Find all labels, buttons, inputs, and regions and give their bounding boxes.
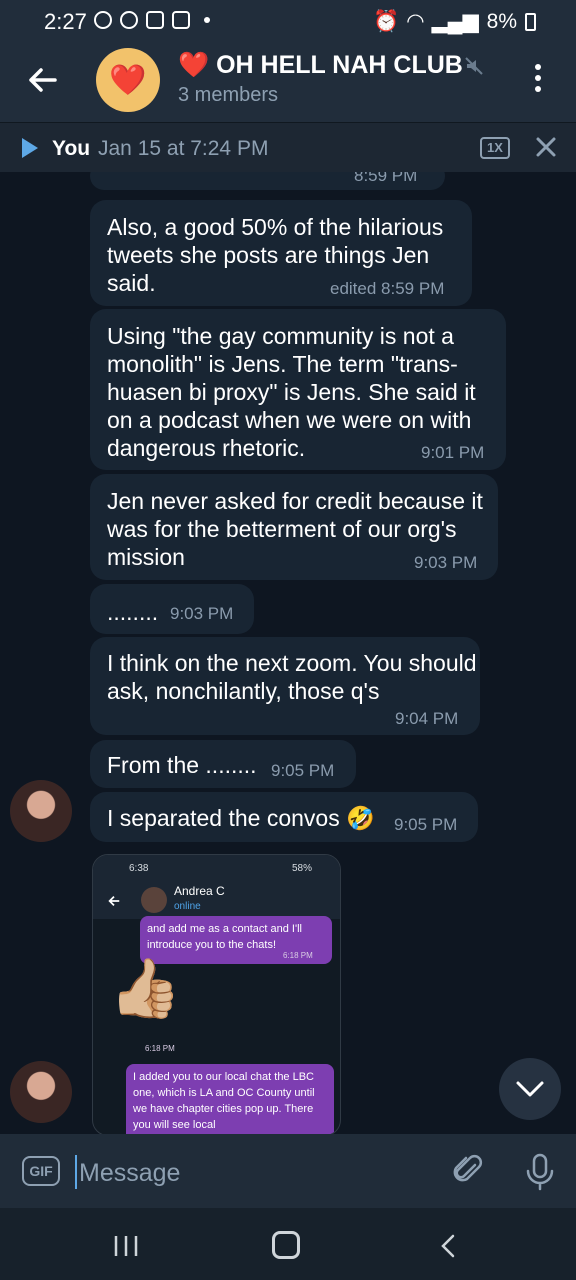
battery-text: 8% — [486, 9, 517, 33]
message-composer: GIF — [0, 1134, 576, 1208]
gmail-icon — [172, 11, 190, 29]
status-bar: 2:27 ⏰ ◜◝ ▂▄▆ 8% — [0, 0, 576, 42]
message-bubble[interactable]: 8:59 PM — [90, 172, 445, 190]
message-time: 9:05 PM — [271, 761, 335, 780]
instagram-icon — [146, 11, 164, 29]
screenshot-avatar — [141, 887, 167, 913]
player-timestamp: Jan 15 at 7:24 PM — [98, 137, 269, 160]
screenshot-contact: Andrea C — [174, 884, 225, 898]
wifi-icon: ◜◝ — [407, 10, 424, 33]
scroll-to-bottom-button[interactable] — [499, 1058, 561, 1120]
thumbs-up-emoji: 👍🏼 — [109, 956, 182, 1021]
message-text: I separated the convos 🤣 — [107, 805, 375, 831]
message-time: edited 8:59 PM — [330, 279, 445, 298]
screenshot-emoji-time: 6:18 PM — [145, 1044, 175, 1053]
gif-button[interactable]: GIF — [22, 1156, 60, 1186]
close-icon[interactable] — [535, 136, 557, 158]
screenshot-online-status: online — [174, 901, 201, 912]
playback-speed-button[interactable]: 1X — [480, 137, 510, 159]
more-icon[interactable] — [530, 64, 546, 100]
message-time: 9:04 PM — [395, 709, 459, 728]
member-count: 3 members — [178, 84, 279, 106]
message-text: From the ........ — [107, 752, 257, 778]
screenshot-time: 6:38 — [129, 863, 149, 874]
screenshot-message-time: 6:18 PM — [283, 951, 313, 960]
back-arrow-icon — [108, 896, 120, 906]
microphone-icon[interactable] — [523, 1153, 557, 1191]
message-bubble[interactable]: I separated the convos 🤣 9:05 PM — [90, 792, 478, 842]
avatar[interactable] — [10, 780, 72, 842]
screenshot-message: I added you to our local chat the LBC on… — [126, 1064, 334, 1134]
home-icon[interactable] — [272, 1231, 300, 1259]
android-navigation-bar — [0, 1208, 576, 1280]
messenger-icon — [120, 11, 138, 29]
notification-icons — [94, 11, 210, 29]
mute-icon — [465, 57, 483, 75]
more-notifications-icon — [204, 17, 210, 23]
message-input[interactable] — [79, 1156, 409, 1190]
chat-title[interactable]: ❤️ OH HELL NAH CLUB — [178, 51, 463, 80]
play-icon[interactable] — [22, 138, 38, 158]
message-bubble[interactable]: From the ........ 9:05 PM — [90, 740, 356, 788]
attach-icon[interactable] — [451, 1153, 485, 1187]
group-avatar[interactable]: ❤️ — [96, 48, 160, 112]
message-time: 9:03 PM — [170, 604, 234, 623]
chevron-down-icon — [516, 1081, 544, 1097]
screenshot-status-bar: 6:38 58% — [93, 855, 340, 881]
back-icon[interactable] — [438, 1234, 458, 1258]
chat-header: ❤️ ❤️ OH HELL NAH CLUB 3 members — [0, 42, 576, 122]
message-bubble[interactable]: I think on the next zoom. You should ask… — [90, 637, 480, 735]
message-bubble[interactable]: Also, a good 50% of the hilarious tweets… — [90, 200, 472, 306]
text-cursor — [75, 1155, 77, 1189]
message-time: 9:05 PM — [394, 815, 458, 834]
player-sender: You — [52, 137, 91, 160]
system-status: ⏰ ◜◝ ▂▄▆ 8% — [373, 9, 536, 34]
message-text: Using "the gay community is not a monoli… — [107, 323, 476, 461]
message-bubble[interactable]: ........ 9:03 PM — [90, 584, 254, 634]
avatar[interactable] — [10, 1061, 72, 1123]
battery-icon — [525, 12, 536, 31]
alarm-icon: ⏰ — [373, 9, 400, 33]
message-list[interactable]: 8:59 PM Also, a good 50% of the hilariou… — [0, 172, 576, 1134]
message-time: 8:59 PM — [354, 172, 418, 185]
message-text: ........ — [107, 599, 159, 625]
screenshot-battery: 58% — [292, 863, 313, 874]
message-bubble[interactable]: Using "the gay community is not a monoli… — [90, 309, 506, 470]
screenshot-image[interactable]: 6:38 58% Andrea C online and add me as a… — [92, 854, 341, 1134]
audio-player[interactable]: You Jan 15 at 7:24 PM 1X — [0, 122, 576, 172]
recent-apps-icon[interactable] — [112, 1233, 140, 1259]
status-time: 2:27 — [44, 9, 87, 34]
signal-icon: ▂▄▆ — [431, 10, 479, 33]
do-not-disturb-icon — [94, 11, 112, 29]
back-arrow-icon[interactable] — [24, 62, 60, 98]
message-time: 9:03 PM — [414, 553, 478, 572]
message-bubble[interactable]: Jen never asked for credit because it wa… — [90, 474, 498, 580]
message-text: I think on the next zoom. You should ask… — [107, 650, 477, 704]
message-time: 9:01 PM — [421, 443, 485, 462]
